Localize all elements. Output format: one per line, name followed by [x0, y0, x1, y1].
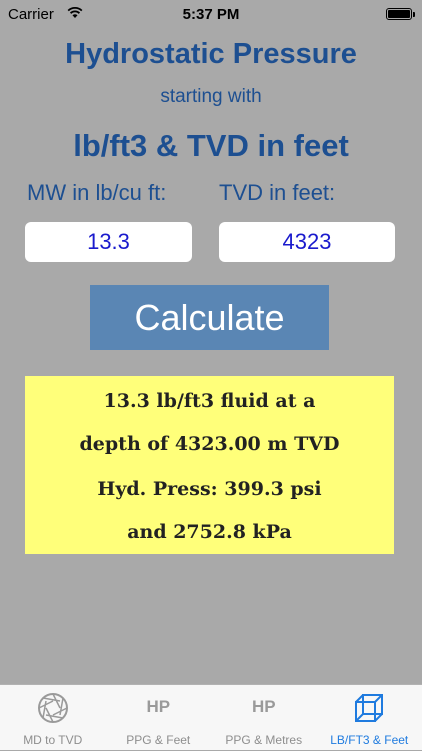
tab-lbft3-feet[interactable]: LB/FT3 & Feet: [317, 685, 422, 751]
tab-label: PPG & Feet: [106, 733, 212, 747]
status-bar: Carrier 5:37 PM: [0, 0, 422, 28]
result-line: 13.3 lb/ft3 fluid at a: [25, 390, 394, 412]
tab-label: MD to TVD: [0, 733, 106, 747]
result-panel: 13.3 lb/ft3 fluid at a depth of 4323.00 …: [25, 376, 394, 554]
tab-ppg-metres[interactable]: HP PPG & Metres: [211, 685, 317, 751]
cube-icon: [352, 691, 386, 725]
tvd-input[interactable]: [219, 222, 395, 262]
calculate-button[interactable]: Calculate: [90, 285, 329, 350]
tvd-label: TVD in feet:: [219, 180, 335, 206]
tab-md-to-tvd[interactable]: MD to TVD: [0, 685, 106, 751]
hp-icon: HP: [211, 697, 317, 717]
tab-label: PPG & Metres: [211, 733, 317, 747]
tab-label: LB/FT3 & Feet: [317, 733, 422, 747]
page-subtitle: starting with: [0, 86, 422, 108]
tab-ppg-feet[interactable]: HP PPG & Feet: [106, 685, 212, 751]
tab-bar: MD to TVD HP PPG & Feet HP PPG & Metres …: [0, 684, 422, 750]
mw-input[interactable]: [25, 222, 192, 262]
hp-icon: HP: [106, 697, 212, 717]
clock: 5:37 PM: [0, 6, 422, 23]
result-line: Hyd. Press: 399.3 psi: [25, 478, 394, 500]
battery-icon: [386, 8, 412, 20]
units-heading: lb/ft3 & TVD in feet: [0, 128, 422, 164]
page-title: Hydrostatic Pressure: [0, 38, 422, 71]
mw-label: MW in lb/cu ft:: [27, 180, 166, 206]
result-line: and 2752.8 kPa: [25, 521, 394, 543]
result-line: depth of 4323.00 m TVD: [25, 433, 394, 455]
aperture-icon: [36, 691, 70, 725]
